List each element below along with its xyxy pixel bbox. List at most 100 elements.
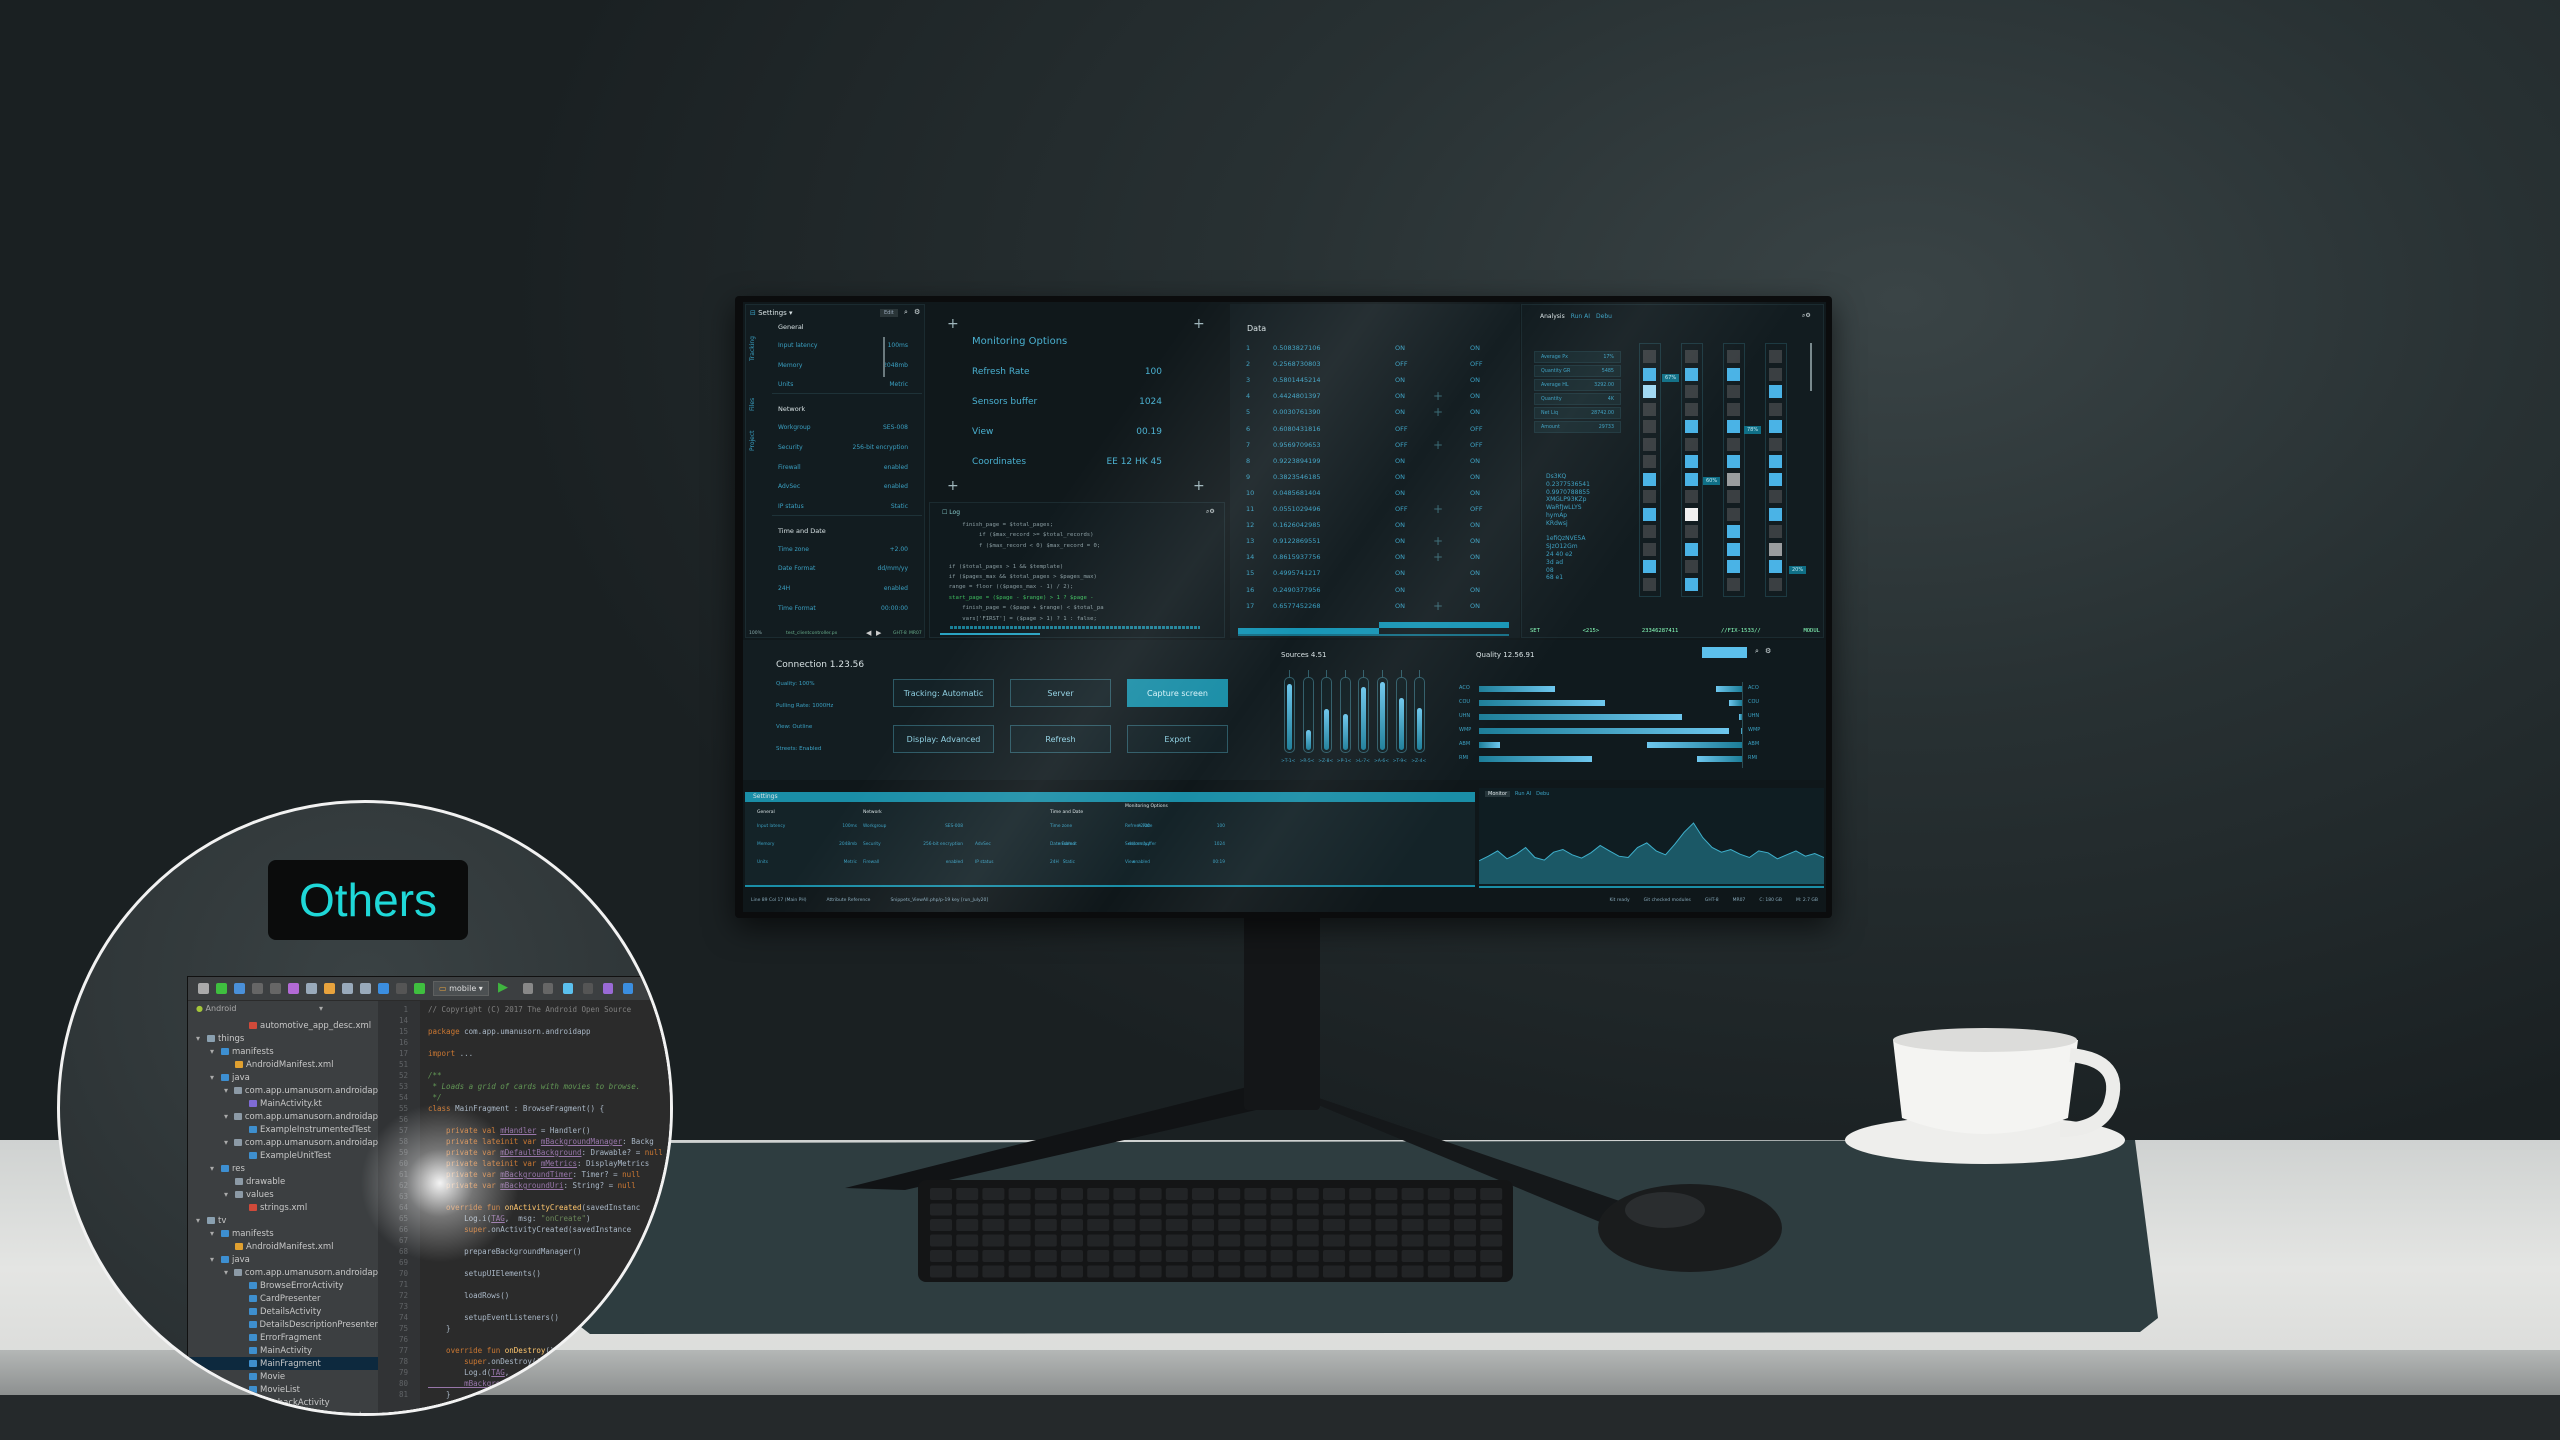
- settings-bar-title[interactable]: Settings: [753, 793, 778, 800]
- key[interactable]: [1323, 1203, 1345, 1216]
- expand-arrow-icon[interactable]: ▾: [196, 1216, 204, 1225]
- table-row[interactable]: 11 0.0551029496 OFF + OFF: [1230, 502, 1520, 517]
- tab-analysis[interactable]: Analysis: [1540, 313, 1565, 320]
- grid-cell[interactable]: [1685, 577, 1698, 591]
- key[interactable]: [1165, 1265, 1188, 1278]
- key[interactable]: [1034, 1265, 1057, 1278]
- key[interactable]: [1087, 1250, 1110, 1262]
- grid-cell[interactable]: [1769, 490, 1782, 503]
- save-icon[interactable]: [198, 983, 209, 994]
- table-row[interactable]: 10 0.0485681404 ON ON: [1230, 489, 1520, 501]
- stop-icon[interactable]: [583, 983, 593, 994]
- table-row[interactable]: 16 0.2490377956 ON ON: [1230, 586, 1520, 598]
- key[interactable]: [1218, 1188, 1241, 1200]
- monitoring-row[interactable]: View 00.19: [972, 427, 1162, 441]
- grid-cell[interactable]: [1643, 455, 1656, 468]
- grid-cell[interactable]: [1643, 542, 1656, 556]
- grid-cell[interactable]: [1643, 367, 1656, 381]
- key[interactable]: [1427, 1234, 1450, 1247]
- undo-icon[interactable]: [252, 983, 263, 994]
- gear-icon[interactable]: ⚙: [1765, 647, 1771, 655]
- grid-cell[interactable]: [1727, 367, 1740, 381]
- tree-item[interactable]: drawable: [188, 1175, 378, 1188]
- key[interactable]: [1192, 1234, 1214, 1247]
- key[interactable]: [930, 1234, 952, 1247]
- grid-cell[interactable]: [1769, 472, 1782, 486]
- tree-item[interactable]: automotive_app_desc.xml: [188, 1019, 378, 1032]
- key[interactable]: [1296, 1203, 1319, 1216]
- key[interactable]: [1375, 1219, 1398, 1231]
- key[interactable]: [1323, 1250, 1345, 1262]
- tree-item[interactable]: ErrorFragment: [188, 1331, 378, 1344]
- grid-cell[interactable]: [1727, 402, 1740, 416]
- key[interactable]: [1427, 1203, 1450, 1216]
- grid-cell[interactable]: [1643, 385, 1656, 398]
- grid-cell[interactable]: [1685, 455, 1698, 468]
- grid-cell[interactable]: [1685, 525, 1698, 538]
- grid-cell[interactable]: [1685, 420, 1698, 433]
- key[interactable]: [1427, 1188, 1450, 1200]
- key[interactable]: [1427, 1265, 1450, 1278]
- debug-icon[interactable]: [523, 983, 533, 994]
- key[interactable]: [1218, 1219, 1241, 1231]
- key[interactable]: [1139, 1234, 1162, 1247]
- key[interactable]: [1165, 1203, 1188, 1216]
- tree-item[interactable]: MovieList: [188, 1383, 378, 1396]
- key[interactable]: [1034, 1250, 1057, 1262]
- grid-cell[interactable]: [1727, 507, 1740, 521]
- tab-monitor[interactable]: Monitor: [1485, 791, 1511, 797]
- key[interactable]: [1034, 1203, 1057, 1216]
- key[interactable]: [956, 1188, 979, 1200]
- key[interactable]: [1270, 1219, 1293, 1231]
- key[interactable]: [1165, 1234, 1188, 1247]
- grid-cell[interactable]: [1643, 560, 1656, 573]
- settings-row[interactable]: Time zone +2.00: [778, 546, 908, 556]
- key[interactable]: [1192, 1188, 1214, 1200]
- settings-dropdown[interactable]: ⊟ Settings ▾: [750, 309, 793, 317]
- cut-icon[interactable]: [288, 983, 299, 994]
- grid-cell[interactable]: [1685, 367, 1698, 381]
- sync2-icon[interactable]: [234, 983, 245, 994]
- key[interactable]: [930, 1203, 952, 1216]
- key[interactable]: [1270, 1265, 1293, 1278]
- key[interactable]: [1454, 1250, 1476, 1262]
- key[interactable]: [956, 1265, 979, 1278]
- table-row[interactable]: 4 0.4424801397 ON + ON: [1230, 389, 1520, 404]
- tree-item[interactable]: Movie: [188, 1370, 378, 1383]
- settings-row[interactable]: Units Metric: [778, 381, 908, 391]
- key[interactable]: [1480, 1265, 1503, 1278]
- key[interactable]: [1349, 1203, 1372, 1216]
- key[interactable]: [930, 1250, 952, 1262]
- back-icon[interactable]: [378, 983, 389, 994]
- expand-arrow-icon[interactable]: ▾: [224, 1138, 231, 1147]
- grid-cell[interactable]: [1643, 472, 1656, 486]
- key[interactable]: [1061, 1234, 1083, 1247]
- key[interactable]: [1480, 1250, 1503, 1262]
- tree-item[interactable]: MainActivity: [188, 1344, 378, 1357]
- tree-item[interactable]: DetailsDescriptionPresenter: [188, 1318, 378, 1331]
- table-row[interactable]: 14 0.8615937756 ON + ON: [1230, 550, 1520, 565]
- tree-item[interactable]: ▾ com.app.umanusorn.androidap: [188, 1110, 378, 1123]
- grid-cell[interactable]: [1769, 350, 1782, 363]
- key[interactable]: [1061, 1188, 1083, 1200]
- grid-cell[interactable]: [1727, 472, 1740, 486]
- monitoring-row[interactable]: Coordinates EE 12 HK 45: [972, 457, 1162, 471]
- key[interactable]: [1480, 1219, 1503, 1231]
- key[interactable]: [1008, 1234, 1031, 1247]
- key[interactable]: [1244, 1203, 1267, 1216]
- arrow-left-icon[interactable]: ◀: [866, 629, 871, 637]
- key[interactable]: [1165, 1188, 1188, 1200]
- key[interactable]: [1008, 1265, 1031, 1278]
- expand-arrow-icon[interactable]: ▾: [224, 1268, 231, 1277]
- button-display-advanced[interactable]: Display: Advanced: [893, 725, 994, 753]
- grid-cell[interactable]: [1685, 437, 1698, 451]
- grid-cell[interactable]: [1727, 437, 1740, 451]
- settings-row[interactable]: Time Format 00:00:00: [778, 605, 908, 615]
- key[interactable]: [1427, 1219, 1450, 1231]
- edit-button[interactable]: Edit: [880, 309, 898, 317]
- tree-item[interactable]: ▾ com.app.umanusorn.androidap: [188, 1266, 378, 1279]
- grid-cell[interactable]: [1769, 402, 1782, 416]
- grid-cell[interactable]: [1643, 507, 1656, 521]
- table-row[interactable]: 12 0.1626042985 ON ON: [1230, 521, 1520, 533]
- scrollbar[interactable]: [883, 337, 885, 377]
